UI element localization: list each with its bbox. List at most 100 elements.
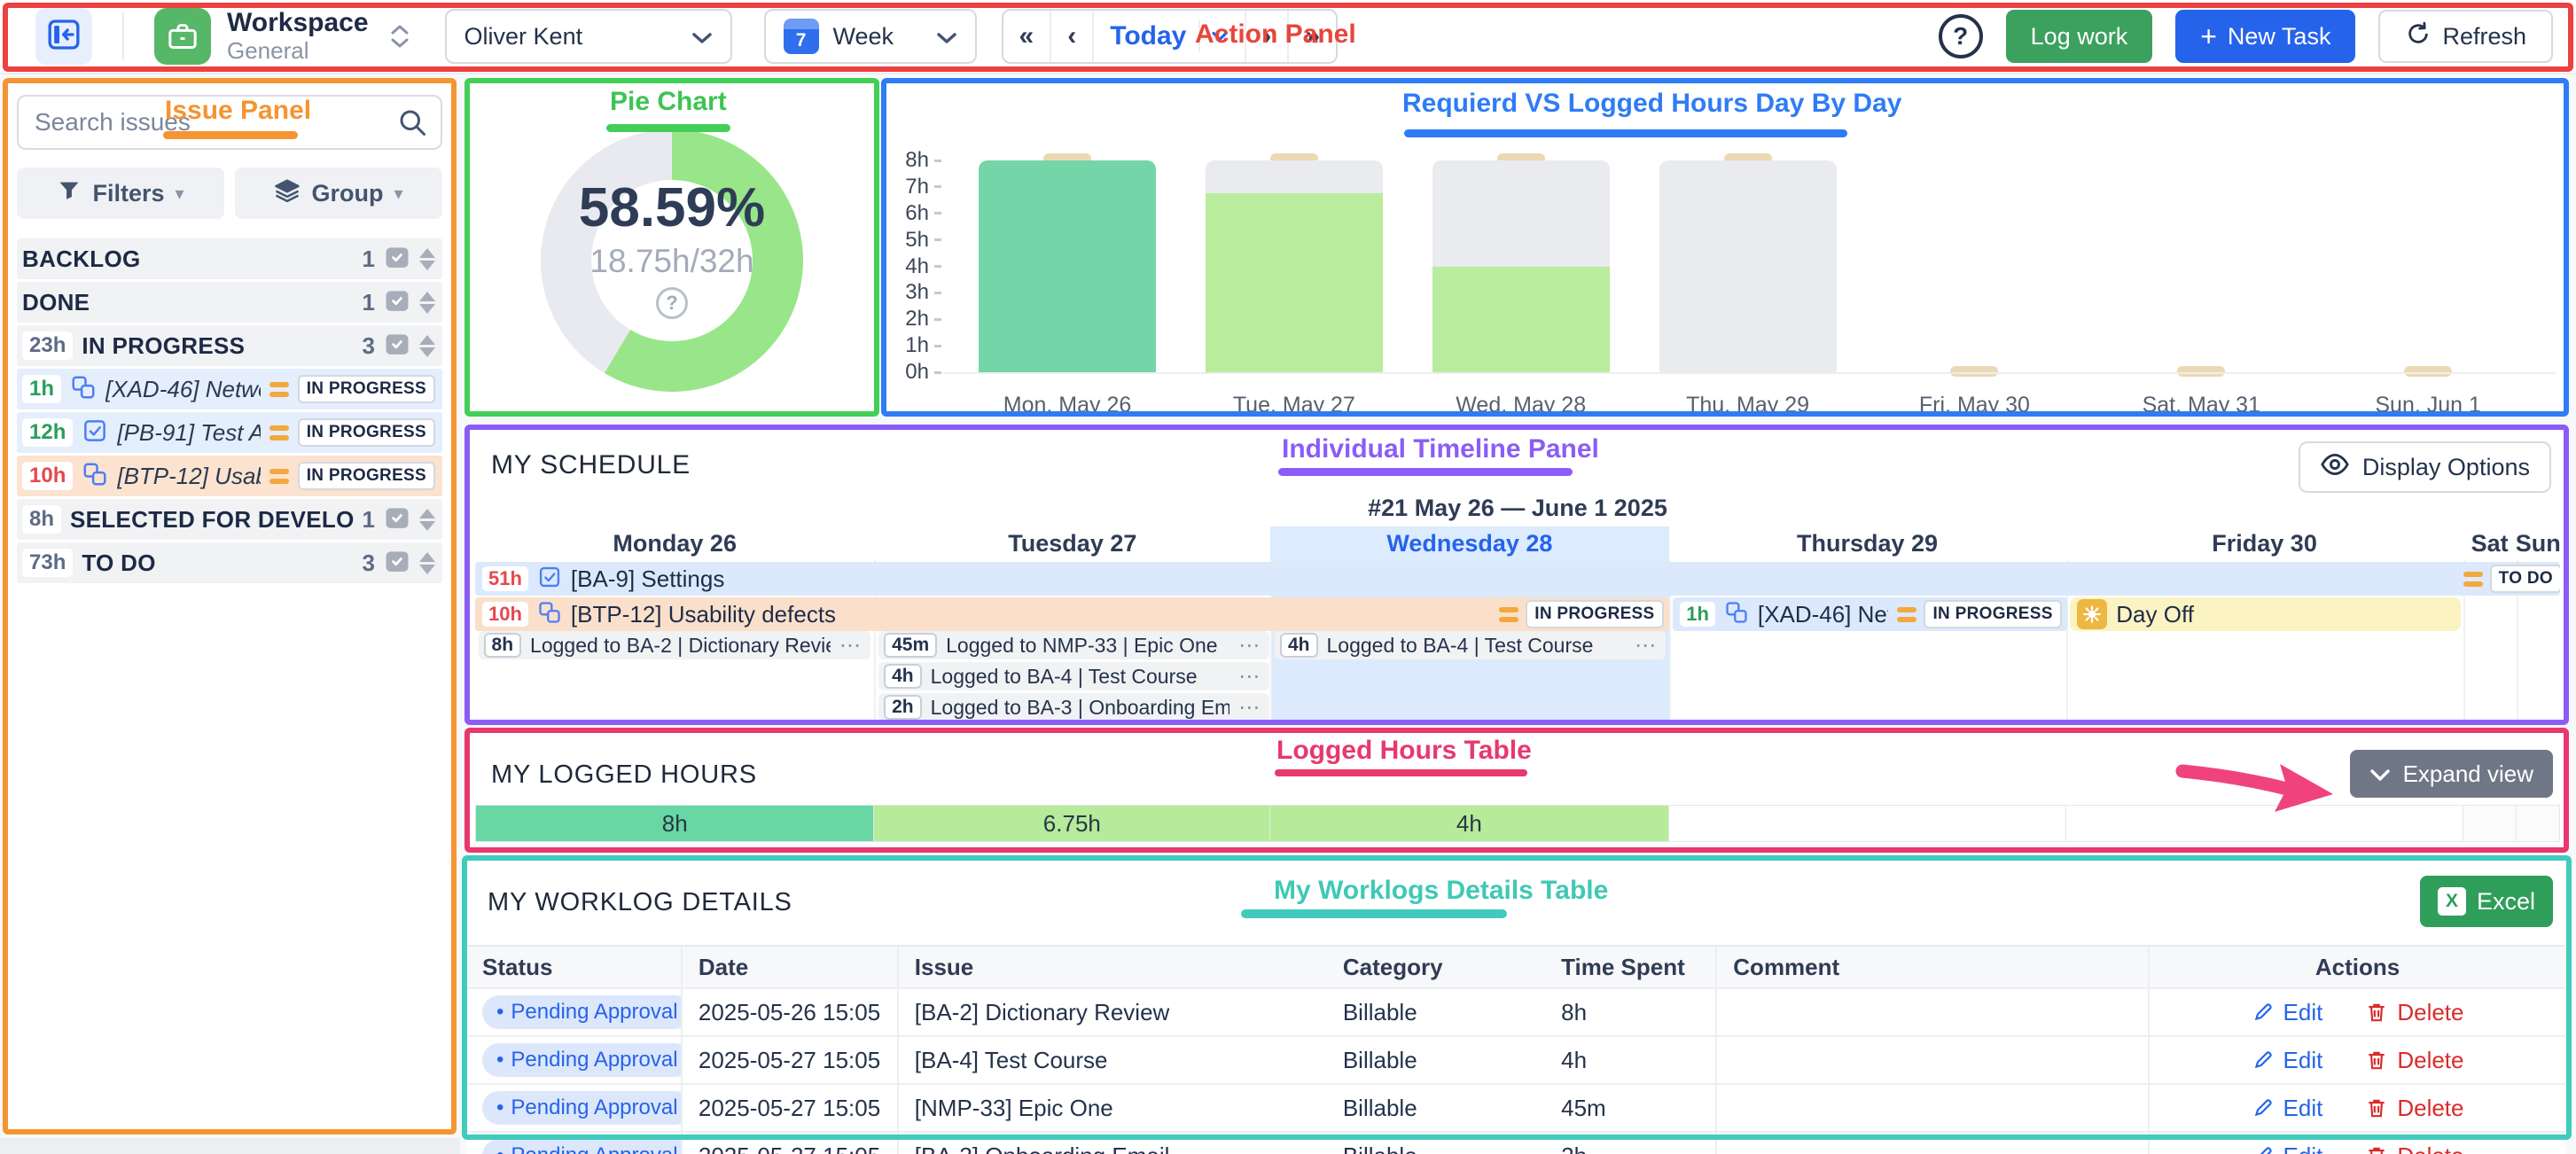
- day-header-wednesday-today[interactable]: Wednesday 28: [1270, 526, 1668, 560]
- ellipsis-menu-icon[interactable]: ⋯: [1238, 664, 1261, 689]
- issue-group-to-do[interactable]: 73h TO DO 3: [17, 542, 442, 583]
- logged-bar[interactable]: [979, 160, 1156, 372]
- status-pending-approval[interactable]: •Pending Approval: [482, 1139, 683, 1154]
- status-pending-approval[interactable]: •Pending Approval: [482, 1043, 683, 1077]
- worklog-chip-tue-ba3[interactable]: 2h Logged to BA-3 | Onboarding Email ⋯: [878, 693, 1269, 721]
- required-bar[interactable]: [1659, 160, 1837, 372]
- priority-medium-icon: [2463, 572, 2483, 587]
- calendar-check-icon[interactable]: [384, 244, 410, 275]
- help-icon[interactable]: ?: [656, 287, 688, 319]
- ellipsis-menu-icon[interactable]: ⋯: [1238, 695, 1261, 720]
- display-options-button[interactable]: Display Options: [2299, 441, 2551, 493]
- workspace-switcher[interactable]: Workspace General: [154, 8, 410, 65]
- issue-group-backlog[interactable]: BACKLOG 1: [17, 238, 442, 279]
- collapse-sidebar-button[interactable]: [35, 8, 92, 65]
- period-select[interactable]: 7 Week: [764, 9, 977, 64]
- logged-cell-monday[interactable]: 8h: [475, 805, 874, 842]
- delete-button[interactable]: Delete: [2365, 999, 2463, 1026]
- edit-button[interactable]: Edit: [2252, 1047, 2323, 1074]
- worklog-chip-tue-ba4[interactable]: 4h Logged to BA-4 | Test Course ⋯: [878, 662, 1269, 690]
- sort-icon[interactable]: [419, 292, 435, 314]
- y-tick-label: 1h: [905, 333, 941, 358]
- worklog-chip-tue-nmp33[interactable]: 45m Logged to NMP-33 | Epic One ⋯: [878, 631, 1269, 659]
- issue-row-btp-12[interactable]: 10h [BTP-12] Usability defects IN PROGRE…: [17, 456, 442, 496]
- workspace-title: Workspace: [227, 9, 369, 37]
- group-label: BACKLOG: [22, 246, 141, 273]
- calendar-week-icon: 7: [784, 19, 819, 54]
- logged-cell-saturday[interactable]: [2463, 805, 2517, 842]
- day-header-tuesday[interactable]: Tuesday 27: [874, 526, 1270, 560]
- schedule-bar-day-off[interactable]: Day Off: [2070, 597, 2461, 631]
- group-label: SELECTED FOR DEVELOPMENT: [70, 506, 354, 534]
- day-header-thursday[interactable]: Thursday 29: [1669, 526, 2066, 560]
- logged-cell-thursday[interactable]: [1669, 805, 2066, 842]
- schedule-bar-xad46[interactable]: 1h [XAD-46] Networking IN PROGRESS: [1673, 597, 2067, 631]
- user-select-value: Oliver Kent: [464, 23, 677, 51]
- logged-cell-wednesday[interactable]: 4h: [1270, 805, 1668, 842]
- cell-issue[interactable]: [BA-2] Dictionary Review: [899, 989, 1327, 1035]
- group-button[interactable]: Group ▾: [235, 168, 442, 219]
- horizontal-scrollbar-area[interactable]: [0, 1138, 460, 1154]
- expand-view-button[interactable]: Expand view: [2350, 750, 2553, 798]
- export-excel-button[interactable]: X Excel: [2420, 876, 2553, 927]
- logged-hours-row: 8h 6.75h 4h: [475, 805, 2560, 842]
- sort-icon[interactable]: [419, 335, 435, 357]
- sort-icon[interactable]: [419, 552, 435, 574]
- calendar-check-icon[interactable]: [384, 287, 410, 318]
- refresh-button[interactable]: Refresh: [2378, 10, 2553, 63]
- edit-button[interactable]: Edit: [2252, 1095, 2323, 1122]
- ellipsis-menu-icon[interactable]: ⋯: [839, 633, 862, 658]
- delete-button[interactable]: Delete: [2365, 1047, 2463, 1074]
- issue-group-in-progress[interactable]: 23h IN PROGRESS 3: [17, 325, 442, 366]
- day-header-saturday[interactable]: Sat: [2463, 526, 2517, 560]
- nav-prev-button[interactable]: ‹: [1051, 11, 1094, 62]
- logged-cell-friday[interactable]: [2066, 805, 2463, 842]
- cell-issue[interactable]: [NMP-33] Epic One: [899, 1085, 1327, 1131]
- nav-first-button[interactable]: «: [1003, 11, 1052, 62]
- edit-button[interactable]: Edit: [2252, 1142, 2323, 1154]
- logged-cell-sunday[interactable]: [2517, 805, 2560, 842]
- issue-row-xad-46[interactable]: 1h [XAD-46] Networking IN PROGRESS: [17, 369, 442, 409]
- calendar-check-icon[interactable]: [384, 331, 410, 362]
- sort-icon[interactable]: [419, 509, 435, 531]
- worklog-chip-mon-ba2[interactable]: 8h Logged to BA-2 | Dictionary Review ⋯: [479, 631, 870, 659]
- help-icon[interactable]: ?: [1939, 14, 1983, 58]
- day-header-friday[interactable]: Friday 30: [2066, 526, 2463, 560]
- calendar-check-icon[interactable]: [384, 548, 410, 579]
- new-task-button[interactable]: + New Task: [2175, 10, 2355, 63]
- search-icon[interactable]: [396, 106, 428, 143]
- cell-issue[interactable]: [BA-4] Test Course: [899, 1037, 1327, 1083]
- ellipsis-menu-icon[interactable]: ⋯: [1635, 633, 1657, 658]
- log-work-button[interactable]: Log work: [2006, 10, 2153, 63]
- chevron-updown-icon: [390, 24, 410, 49]
- delete-button[interactable]: Delete: [2365, 1142, 2463, 1154]
- filters-button[interactable]: Filters ▾: [17, 168, 224, 219]
- issue-row-pb-91[interactable]: 12h [PB-91] Test API - 548 IN PROGRESS: [17, 412, 442, 453]
- search-input[interactable]: [17, 95, 442, 150]
- edit-button[interactable]: Edit: [2252, 999, 2323, 1026]
- chevron-down-icon[interactable]: [1198, 20, 1229, 52]
- worklog-chip-wed-ba4[interactable]: 4h Logged to BA-4 | Test Course ⋯: [1275, 631, 1666, 659]
- delete-button[interactable]: Delete: [2365, 1095, 2463, 1122]
- ellipsis-menu-icon[interactable]: ⋯: [1238, 633, 1261, 658]
- user-select[interactable]: Oliver Kent: [445, 9, 732, 64]
- logged-bar[interactable]: [1206, 193, 1383, 372]
- issue-title: [BTP-12] Usability defects: [117, 463, 260, 490]
- nav-next-button[interactable]: ›: [1246, 11, 1289, 62]
- status-pending-approval[interactable]: •Pending Approval: [482, 995, 683, 1029]
- status-pending-approval[interactable]: •Pending Approval: [482, 1091, 683, 1125]
- logged-bar[interactable]: [1432, 267, 1610, 373]
- nav-today-button[interactable]: Today: [1094, 11, 1246, 62]
- calendar-check-icon[interactable]: [384, 504, 410, 535]
- day-header-sunday[interactable]: Sun: [2517, 526, 2560, 560]
- cell-issue[interactable]: [BA-3] Onboarding Email: [899, 1133, 1327, 1154]
- schedule-bar-ba9[interactable]: 51h [BA-9] Settings TO DO: [475, 562, 2560, 596]
- nav-last-button[interactable]: »: [1289, 11, 1336, 62]
- schedule-bar-btp12[interactable]: 10h [BTP-12] Usability defects IN PROGRE…: [475, 597, 1669, 631]
- day-header-monday[interactable]: Monday 26: [475, 526, 874, 560]
- header-comment: Comment: [1717, 947, 2150, 987]
- issue-group-selected-for-development[interactable]: 8h SELECTED FOR DEVELOPMENT 1: [17, 499, 442, 540]
- sort-icon[interactable]: [419, 248, 435, 270]
- logged-cell-tuesday[interactable]: 6.75h: [874, 805, 1270, 842]
- issue-group-done[interactable]: DONE 1: [17, 282, 442, 323]
